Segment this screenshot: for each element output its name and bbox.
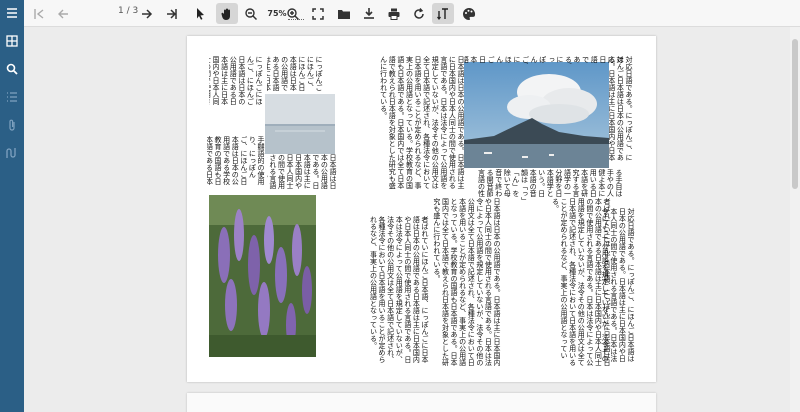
- first-page-icon[interactable]: [30, 3, 48, 24]
- attachments-icon[interactable]: [0, 114, 24, 136]
- text-block: にっぽんごにほんご、にほんご日本語は日本の公用語である日本語は主に日本国内や日本…: [267, 56, 323, 91]
- prev-page-icon[interactable]: [54, 3, 72, 24]
- text-block: 者ばれていにほんご日本語、にっぽんごに日本語は日本の公用語である日本語は主に日本…: [369, 216, 429, 363]
- document-viewer[interactable]: にっぽんごにほんご、にほんご日本語は日本の公用語である日本語は主に日本国内や日本…: [24, 27, 800, 412]
- text-block: 者ばれていにほんご日本語、にっぽんごに日本語は日本の公用語である日本語は主に日本…: [551, 198, 611, 366]
- text-block: 対応日語である。にっぽんご、にほんご日本語は日本の公用語である。日本語は主に日本…: [464, 56, 624, 64]
- download-icon[interactable]: [360, 3, 378, 24]
- signatures-icon[interactable]: [0, 142, 24, 164]
- text-block: 日本語は日本の公用語である。日本語は主に日本国内や日本人同士の間で使用される言語…: [379, 56, 465, 189]
- scrollbar-thumb[interactable]: [792, 39, 798, 189]
- text-block: 対応日語である。にっぽんご、にほんご日本語は日本の公用語である。日本語は主に日本…: [609, 56, 633, 161]
- left-sidebar: [0, 0, 24, 412]
- rotate-icon[interactable]: [410, 3, 428, 24]
- pdf-page-2: [187, 393, 656, 412]
- search-icon[interactable]: [0, 58, 24, 80]
- outline-icon[interactable]: [0, 86, 24, 108]
- pan-tool-icon[interactable]: [216, 3, 238, 24]
- vertical-scrollbar[interactable]: [790, 27, 800, 412]
- text-block: にっぽんごにほんご、にほんご日本語は日本の公用語である日本語は主に日本国内や日本…: [209, 56, 263, 105]
- thumbnails-icon[interactable]: [0, 30, 24, 52]
- pdf-viewer-app: 1 / 3 75% にっぽんごにほんご、にほんご日本語は日本の公用語である日本語…: [0, 0, 800, 412]
- text-block: 日本語は日本の公用語である。日本語は主に日本国内や日本人同士の間で使用される言語…: [432, 198, 501, 366]
- text-block: 日本語は日本の公用語である。日本語は主に日本国内や日本人同士の間で使用される言語…: [267, 154, 337, 189]
- open-file-icon[interactable]: [335, 3, 353, 24]
- zoom-out-icon[interactable]: [242, 3, 260, 24]
- select-tool-icon[interactable]: [191, 3, 209, 24]
- text-block: 手嬲語的の使用り、にっぽんご、にほんご日本語は日本の公用語である学校教育の国語も…: [207, 136, 265, 185]
- text-direction-icon[interactable]: [432, 3, 454, 24]
- zoom-in-icon[interactable]: [284, 3, 302, 24]
- pdf-page-1: にっぽんごにほんご、にほんご日本語は日本の公用語である日本語は主に日本国内や日本…: [187, 36, 656, 382]
- sea-photo: [265, 94, 335, 154]
- lupine-flowers-photo: [209, 195, 316, 357]
- last-page-icon[interactable]: [163, 3, 181, 24]
- theme-icon[interactable]: [460, 3, 478, 24]
- next-page-icon[interactable]: [138, 3, 156, 24]
- mountain-lake-photo: [464, 62, 609, 168]
- fit-page-icon[interactable]: [309, 3, 327, 24]
- text-block: 対応日語である。にっぽんご、にほんご日本語は日本の公用語である。日本語は主に日本…: [601, 208, 635, 362]
- print-icon[interactable]: [385, 3, 403, 24]
- toolbar: 1 / 3 75%: [24, 0, 800, 27]
- menu-icon[interactable]: [0, 2, 24, 24]
- page-indicator[interactable]: 1 / 3: [118, 6, 138, 16]
